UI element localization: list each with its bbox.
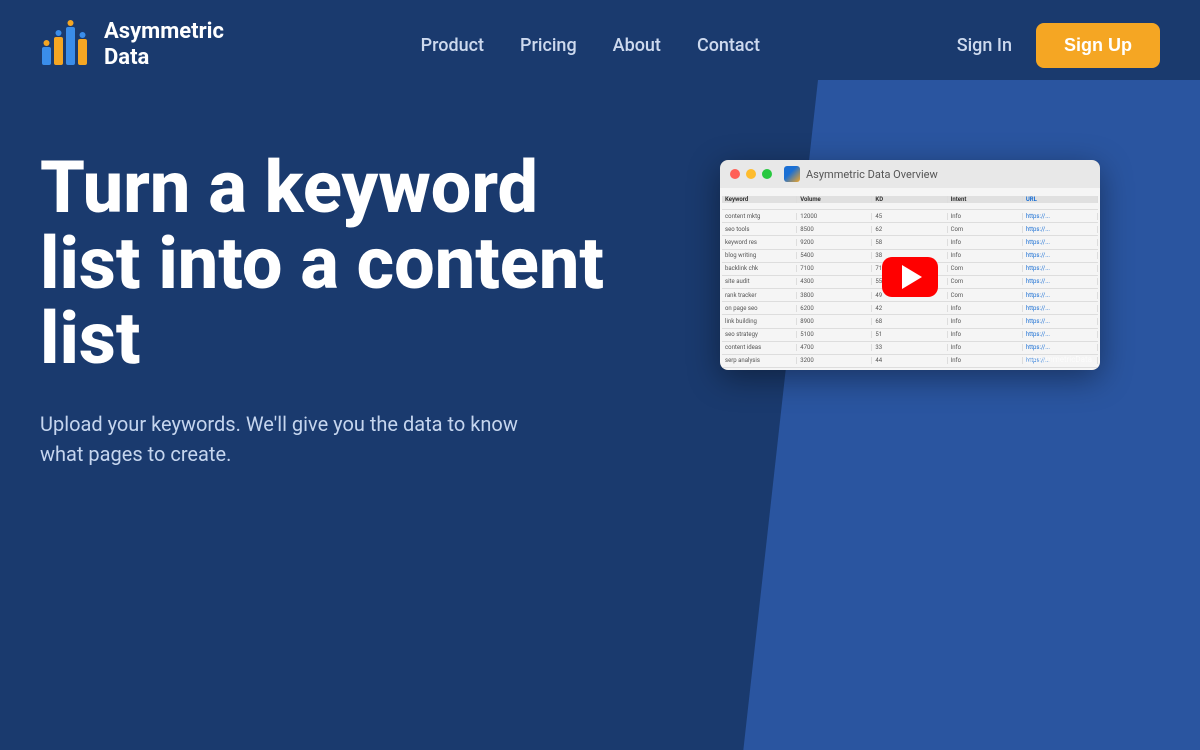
window-dot-yellow: [746, 169, 756, 179]
logo-icon: [40, 19, 92, 71]
spreadsheet-row: rank tracker380049Comhttps://...: [722, 289, 1098, 302]
hero-left: Turn a keyword list into a content list …: [40, 150, 620, 469]
spreadsheet-row: content ideas470033Infohttps://...: [722, 342, 1098, 355]
nav-link-about[interactable]: About: [613, 35, 661, 56]
video-header-title: Asymmetric Data Overview: [784, 166, 938, 182]
video-header-logo-icon: [784, 166, 800, 182]
nav-item-pricing[interactable]: Pricing: [520, 35, 577, 56]
logo-text: Asymmetric Data: [104, 19, 224, 72]
hero-right: Asymmetric Data Overview Keyword Volume …: [660, 150, 1160, 370]
spreadsheet-row: seo strategy510051Infohttps://...: [722, 329, 1098, 342]
nav-link-contact[interactable]: Contact: [697, 35, 760, 56]
col-intent: Intent: [948, 196, 1023, 203]
nav-item-product[interactable]: Product: [421, 35, 484, 56]
spreadsheet-row: content mktg1200045Infohttps://...: [722, 210, 1098, 223]
video-title-text: Asymmetric Data Overview: [806, 168, 938, 181]
nav-links: Product Pricing About Contact: [421, 35, 760, 56]
nav-item-contact[interactable]: Contact: [697, 35, 760, 56]
col-kd: KD: [872, 196, 947, 203]
nav-actions: Sign In Sign Up: [957, 23, 1160, 68]
video-header-bar: Asymmetric Data Overview: [720, 160, 1100, 188]
sign-in-link[interactable]: Sign In: [957, 35, 1012, 56]
spreadsheet-header-row: Keyword Volume KD Intent URL: [722, 190, 1098, 210]
spreadsheet-row: blog writing540038Infohttps://...: [722, 250, 1098, 263]
col-keyword: Keyword: [722, 196, 797, 203]
window-dot-green: [762, 169, 772, 179]
navbar: Asymmetric Data Product Pricing About Co…: [0, 0, 1200, 90]
video-spreadsheet: Keyword Volume KD Intent URL content mkt…: [720, 188, 1100, 370]
window-dot-red: [730, 169, 740, 179]
spreadsheet-row: link building890068Infohttps://...: [722, 315, 1098, 328]
logo-link[interactable]: Asymmetric Data: [40, 19, 224, 72]
spreadsheet-row: site audit430055Comhttps://...: [722, 276, 1098, 289]
hero-section: Turn a keyword list into a content list …: [0, 90, 1200, 750]
nav-link-product[interactable]: Product: [421, 35, 484, 56]
nav-link-pricing[interactable]: Pricing: [520, 35, 577, 56]
sign-up-button[interactable]: Sign Up: [1036, 23, 1160, 68]
spreadsheet-row: seo tools850062Comhttps://...: [722, 223, 1098, 236]
nav-item-about[interactable]: About: [613, 35, 661, 56]
spreadsheet-row: keyword res920058Infohttps://...: [722, 236, 1098, 249]
spreadsheet-row: backlink chk710071Comhttps://...: [722, 263, 1098, 276]
hero-subtext: Upload your keywords. We'll give you the…: [40, 409, 520, 469]
col-volume: Volume: [797, 196, 872, 203]
spreadsheet-row: on page seo620042Infohttps://...: [722, 302, 1098, 315]
hero-headline: Turn a keyword list into a content list: [40, 150, 620, 377]
video-content: Keyword Volume KD Intent URL content mkt…: [720, 188, 1100, 370]
video-watermark: @AsymmetricData: [1025, 355, 1092, 364]
video-thumbnail[interactable]: Asymmetric Data Overview Keyword Volume …: [720, 160, 1100, 370]
col-url: URL: [1023, 196, 1098, 203]
